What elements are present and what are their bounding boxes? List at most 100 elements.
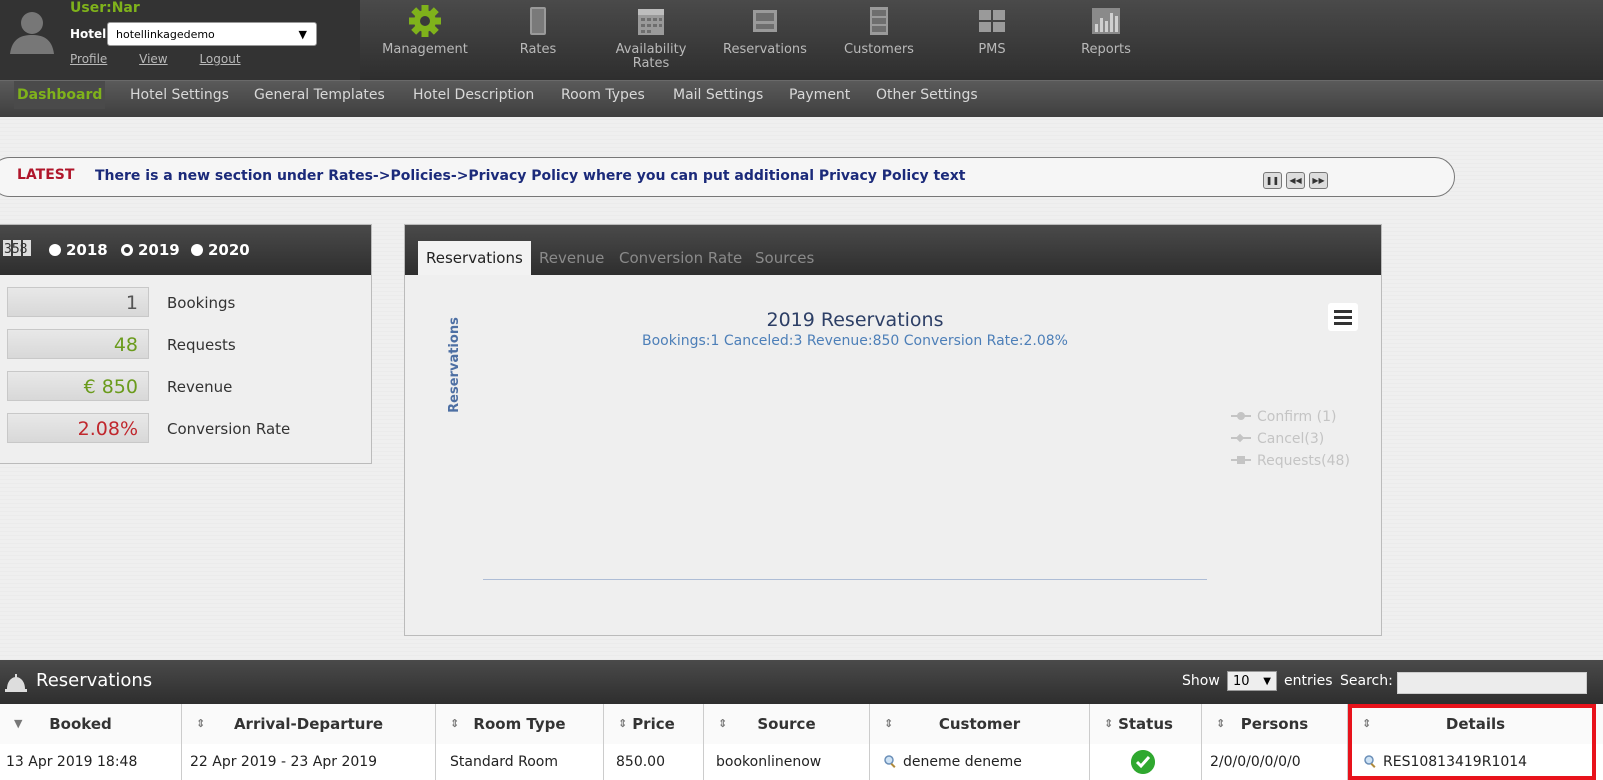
ticker-text: There is a new section under Rates->Poli… [95, 168, 966, 184]
chart-y-axis-label: Reservations [447, 317, 462, 413]
stat-conversion-rate-label: Conversion Rate [167, 420, 291, 438]
cell-arrival-departure: 22 Apr 2019 - 23 Apr 2019 [182, 744, 436, 780]
subnav-payment[interactable]: Payment [789, 81, 850, 109]
cabinet-icon [870, 7, 888, 35]
col-details[interactable]: ⇕ Details [1348, 704, 1603, 744]
col-price-label: Price [632, 715, 675, 733]
subnav-other-settings[interactable]: Other Settings [876, 81, 978, 109]
cell-details[interactable]: RES10813419R1014 [1348, 744, 1603, 780]
subnav-general-templates[interactable]: General Templates [254, 81, 385, 109]
avatar-icon [10, 12, 54, 54]
col-persons-label: Persons [1240, 715, 1309, 733]
stats-panel: 358 2018 2019 2020 1 Bookings 48 Request… [0, 224, 372, 464]
legend-cancel[interactable]: Cancel(3) [1231, 431, 1324, 447]
col-price[interactable]: ⇕ Price [604, 704, 704, 744]
stat-conversion-rate-value: 2.08% [7, 413, 149, 443]
search-input[interactable] [1397, 672, 1587, 694]
subnav-dashboard[interactable]: Dashboard [14, 81, 106, 109]
col-status[interactable]: ⇕ Status [1090, 704, 1202, 744]
legend-confirm[interactable]: Confirm (1) [1231, 409, 1336, 425]
chart-menu-button[interactable] [1328, 303, 1358, 331]
magnifier-icon [884, 755, 896, 768]
nav-rates[interactable]: Rates [478, 0, 598, 80]
legend-confirm-label: Confirm (1) [1257, 409, 1337, 425]
year-radio-2020[interactable]: 2020 [191, 241, 250, 259]
col-booked[interactable]: ▼ Booked [0, 704, 182, 744]
reservations-title: Reservations [36, 670, 153, 691]
sub-nav: Dashboard Hotel Settings General Templat… [0, 80, 1603, 117]
nav-customers[interactable]: Customers [819, 0, 939, 80]
magnifier-icon [1364, 755, 1376, 768]
legend-requests[interactable]: Requests(48) [1231, 453, 1350, 469]
subnav-room-types[interactable]: Room Types [561, 81, 645, 109]
chart-tabs: Reservations Revenue Conversion Rate Sou… [405, 225, 1381, 275]
nav-reservations[interactable]: Reservations [705, 0, 825, 80]
user-name: User:Nar [70, 0, 140, 16]
table-row: 13 Apr 2019 18:48 22 Apr 2019 - 23 Apr 2… [0, 744, 1603, 780]
radio-icon [191, 244, 203, 256]
subnav-hotel-settings[interactable]: Hotel Settings [130, 81, 229, 109]
ticker-label: LATEST [17, 167, 75, 183]
tab-revenue[interactable]: Revenue [539, 241, 604, 275]
year-radio-2018[interactable]: 2018 [49, 241, 108, 259]
profile-link[interactable]: Profile [70, 52, 107, 66]
logout-link[interactable]: Logout [199, 52, 240, 66]
customer-link[interactable]: deneme deneme [903, 754, 1022, 770]
dropdown-arrow-icon: ▼ [1263, 676, 1271, 687]
col-customer[interactable]: ⇕ Customer [870, 704, 1090, 744]
nav-reports-label: Reports [1081, 42, 1131, 57]
radio-icon [49, 244, 61, 256]
reservations-header: Reservations Show 10 ▼ entries Search: [0, 660, 1603, 704]
col-room-type[interactable]: ⇕ Room Type [436, 704, 604, 744]
year-radio-2019[interactable]: 2019 [121, 241, 180, 259]
col-details-label: Details [1445, 715, 1506, 733]
entries-select[interactable]: 10 ▼ [1227, 671, 1277, 691]
table-header-row: ▼ Booked ⇕ Arrival-Departure ⇕ Room Type ⇕ P… [0, 704, 1603, 745]
nav-availability-rates-label: Availability Rates [615, 42, 687, 71]
user-links: Profile View Logout [70, 52, 269, 66]
svg-text:358: 358 [4, 242, 27, 257]
hamburger-icon [1334, 310, 1352, 313]
stat-requests-value: 48 [7, 329, 149, 359]
nav-availability-rates[interactable]: Availability Rates [591, 0, 711, 80]
col-customer-label: Customer [938, 715, 1021, 733]
gear-icon [409, 5, 441, 37]
nav-management[interactable]: Management [365, 0, 485, 80]
subnav-mail-settings[interactable]: Mail Settings [673, 81, 763, 109]
year-2018-label: 2018 [66, 241, 108, 259]
details-link[interactable]: RES10813419R1014 [1383, 754, 1527, 770]
service-bell-icon [5, 674, 27, 692]
grid-icon [979, 10, 1005, 32]
hotel-select[interactable]: hotellinkagedemo ▼ [107, 22, 317, 46]
col-persons[interactable]: ⇕ Persons [1202, 704, 1348, 744]
tab-reservations[interactable]: Reservations [418, 241, 531, 275]
nav-pms[interactable]: PMS [932, 0, 1052, 80]
col-room-type-label: Room Type [473, 715, 566, 733]
cell-customer[interactable]: deneme deneme [870, 744, 1090, 780]
view-link[interactable]: View [139, 52, 167, 66]
chart-subtitle: Bookings:1 Canceled:3 Revenue:850 Conver… [642, 333, 1068, 349]
chart-panel: Reservations Revenue Conversion Rate Sou… [404, 224, 1382, 636]
stat-requests-label: Requests [167, 336, 236, 354]
entries-label: entries [1284, 673, 1333, 689]
nav-reports[interactable]: Reports [1046, 0, 1166, 80]
pause-icon[interactable]: ❚❚ [1263, 172, 1282, 189]
rewind-icon[interactable]: ◀◀ [1286, 172, 1305, 189]
hotel-label: Hotel [70, 27, 107, 41]
year-2020-label: 2020 [208, 241, 250, 259]
fast-forward-icon[interactable]: ▶▶ [1309, 172, 1328, 189]
tab-conversion-rate[interactable]: Conversion Rate [619, 241, 742, 275]
legend-cancel-label: Cancel(3) [1257, 431, 1325, 447]
stat-conversion-rate: 2.08% Conversion Rate [7, 413, 357, 445]
nav-pms-label: PMS [978, 42, 1006, 57]
col-arrival-departure-label: Arrival-Departure [233, 715, 384, 733]
subnav-hotel-description[interactable]: Hotel Description [413, 81, 534, 109]
bar-chart-icon [1092, 8, 1120, 34]
tab-sources[interactable]: Sources [755, 241, 814, 275]
radio-selected-icon [121, 244, 133, 256]
cell-status [1090, 744, 1202, 780]
cell-room-type: Standard Room [436, 744, 604, 780]
col-source[interactable]: ⇕ Source [704, 704, 870, 744]
diamond-marker-icon [1231, 433, 1251, 443]
col-arrival-departure[interactable]: ⇕ Arrival-Departure [182, 704, 436, 744]
